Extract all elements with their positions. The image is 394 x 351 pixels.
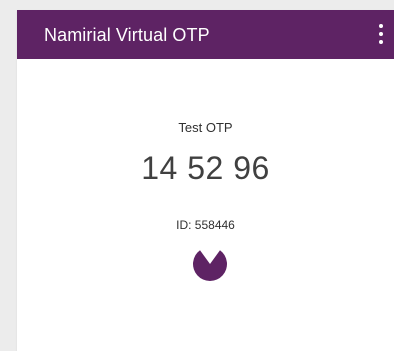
countdown-pie-fill xyxy=(193,250,227,282)
otp-card: Test OTP 14 52 96 ID: 558446 xyxy=(17,59,394,351)
app-bar: Namirial Virtual OTP xyxy=(17,10,394,59)
otp-id: ID: 558446 xyxy=(176,218,235,232)
countdown-pie-icon xyxy=(193,250,227,282)
menu-dot xyxy=(379,40,383,44)
app-window: Namirial Virtual OTP Test OTP 14 52 96 I… xyxy=(17,10,394,351)
otp-name: Test OTP xyxy=(178,120,233,135)
app-title: Namirial Virtual OTP xyxy=(44,25,210,45)
more-vert-icon[interactable] xyxy=(376,22,386,46)
menu-dot xyxy=(379,24,383,28)
menu-dot xyxy=(379,32,383,36)
otp-code: 14 52 96 xyxy=(141,150,270,186)
